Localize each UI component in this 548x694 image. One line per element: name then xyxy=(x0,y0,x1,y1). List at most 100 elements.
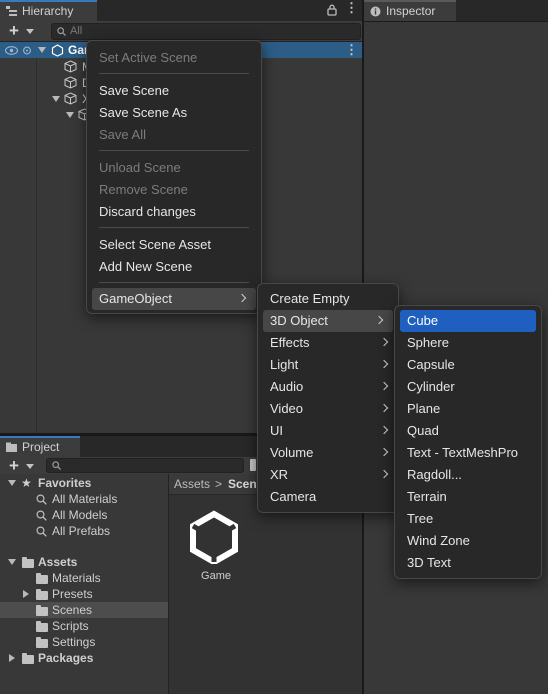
menu-item-xr[interactable]: XR xyxy=(258,464,398,486)
packages-header[interactable]: Packages xyxy=(0,650,168,666)
create-dropdown-icon[interactable] xyxy=(26,464,34,469)
eye-icon[interactable] xyxy=(5,46,18,55)
menu-item-label: Effects xyxy=(270,335,310,350)
asset-folder-item-selected[interactable]: Scenes xyxy=(0,602,168,618)
menu-item-save-all[interactable]: Save All xyxy=(87,124,261,146)
scene-options-icon[interactable]: ⋮ xyxy=(345,43,358,56)
menu-item-cylinder[interactable]: Cylinder xyxy=(395,376,541,398)
folder-icon xyxy=(36,605,48,616)
menu-item-save-scene[interactable]: Save Scene xyxy=(87,80,261,102)
add-button[interactable]: + xyxy=(9,22,19,39)
gameobject-cube-icon xyxy=(64,60,77,73)
more-options-icon[interactable]: ⋮ xyxy=(345,1,358,14)
inspector-tabbar: Inspector xyxy=(364,0,548,22)
expand-arrow-icon[interactable] xyxy=(52,96,60,102)
favorites-item[interactable]: All Prefabs xyxy=(0,523,168,539)
folder-tab-icon xyxy=(6,442,17,452)
search-icon xyxy=(36,494,47,505)
lock-icon[interactable] xyxy=(327,4,337,16)
hierarchy-tabbar: Hierarchy ⋮ xyxy=(0,0,362,22)
menu-item-terrain[interactable]: Terrain xyxy=(395,486,541,508)
menu-item-tree[interactable]: Tree xyxy=(395,508,541,530)
search-icon xyxy=(36,510,47,521)
create-button[interactable]: + xyxy=(9,457,19,474)
folder-icon xyxy=(22,557,34,568)
menu-item-ragdoll[interactable]: Ragdoll... xyxy=(395,464,541,486)
breadcrumb-assets[interactable]: Assets xyxy=(174,474,210,494)
collapse-arrow-icon[interactable] xyxy=(23,590,29,598)
asset-folder-item[interactable]: Settings xyxy=(0,634,168,650)
expand-arrow-icon[interactable] xyxy=(8,559,16,565)
menu-item-add-new-scene[interactable]: Add New Scene xyxy=(87,256,261,278)
menu-item-3d-text[interactable]: 3D Text xyxy=(395,552,541,574)
filter-icon[interactable] xyxy=(250,459,256,471)
menu-item-save-scene-as[interactable]: Save Scene As xyxy=(87,102,261,124)
expand-arrow-icon[interactable] xyxy=(38,47,46,53)
tab-project-label: Project xyxy=(22,440,60,454)
submenu-arrow-icon xyxy=(379,447,389,457)
asset-folder-label: Scenes xyxy=(52,603,93,617)
menu-item-light[interactable]: Light xyxy=(258,354,398,376)
search-icon xyxy=(57,27,66,36)
project-search-input[interactable] xyxy=(46,458,244,473)
packages-label: Packages xyxy=(38,651,94,665)
menu-item-label: Video xyxy=(270,401,304,416)
expand-arrow-icon[interactable] xyxy=(66,112,74,118)
favorites-item[interactable]: All Materials xyxy=(0,491,168,507)
menu-item-text-textmeshpro[interactable]: Text - TextMeshPro xyxy=(395,442,541,464)
menu-item-volume[interactable]: Volume xyxy=(258,442,398,464)
expand-arrow-icon[interactable] xyxy=(8,480,16,486)
menu-item-audio[interactable]: Audio xyxy=(258,376,398,398)
menu-item-quad[interactable]: Quad xyxy=(395,420,541,442)
tab-inspector[interactable]: Inspector xyxy=(364,0,456,21)
asset-folder-label: Settings xyxy=(52,635,96,649)
tab-project[interactable]: Project xyxy=(0,436,80,457)
menu-item-video[interactable]: Video xyxy=(258,398,398,420)
menu-item-discard-changes[interactable]: Discard changes xyxy=(87,201,261,223)
asset-folder-item[interactable]: Presets xyxy=(0,586,168,602)
breadcrumb-scenes[interactable]: Scen xyxy=(228,474,257,494)
submenu-arrow-icon xyxy=(379,359,389,369)
menu-item-sphere[interactable]: Sphere xyxy=(395,332,541,354)
folder-icon xyxy=(36,573,48,584)
assets-header[interactable]: Assets xyxy=(0,554,168,570)
scene-context-menu: Set Active Scene Save Scene Save Scene A… xyxy=(86,40,262,314)
search-placeholder: All xyxy=(70,25,83,37)
menu-item-label: XR xyxy=(270,467,289,482)
favorites-header[interactable]: ★ Favorites xyxy=(0,475,168,491)
menu-item-cube[interactable]: Cube xyxy=(400,310,536,332)
menu-item-wind-zone[interactable]: Wind Zone xyxy=(395,530,541,552)
folder-icon xyxy=(36,621,48,632)
submenu-arrow-icon xyxy=(379,425,389,435)
collapse-arrow-icon[interactable] xyxy=(9,654,15,662)
menu-item-plane[interactable]: Plane xyxy=(395,398,541,420)
asset-folder-label: Materials xyxy=(52,571,101,585)
menu-item-camera[interactable]: Camera xyxy=(258,486,398,508)
asset-folder-item[interactable]: Scripts xyxy=(0,618,168,634)
hierarchy-search-input[interactable]: All xyxy=(51,23,361,40)
folder-icon xyxy=(36,589,48,600)
asset-folder-item[interactable]: Materials xyxy=(0,570,168,586)
tab-hierarchy-label: Hierarchy xyxy=(22,4,74,18)
menu-item-unload-scene[interactable]: Unload Scene xyxy=(87,157,261,179)
favorites-item-label: All Prefabs xyxy=(52,524,111,538)
add-dropdown-icon[interactable] xyxy=(26,29,34,34)
menu-item-gameobject[interactable]: GameObject xyxy=(92,288,256,310)
menu-item-effects[interactable]: Effects xyxy=(258,332,398,354)
menu-item-label: Volume xyxy=(270,445,314,460)
asset-tile[interactable]: Game xyxy=(181,510,251,588)
favorites-item[interactable]: All Models xyxy=(0,507,168,523)
menu-item-create-empty[interactable]: Create Empty xyxy=(258,288,398,310)
menu-separator xyxy=(99,227,249,228)
menu-item-gameobject-label: GameObject xyxy=(99,291,172,306)
menu-item-remove-scene[interactable]: Remove Scene xyxy=(87,179,261,201)
menu-item-select-scene-asset[interactable]: Select Scene Asset xyxy=(87,234,261,256)
menu-item-capsule[interactable]: Capsule xyxy=(395,354,541,376)
menu-item-label: Audio xyxy=(270,379,304,394)
menu-item-ui[interactable]: UI xyxy=(258,420,398,442)
asset-tile-label: Game xyxy=(201,570,231,582)
pick-icon[interactable] xyxy=(21,45,33,56)
menu-item-3d-object[interactable]: 3D Object xyxy=(263,310,393,332)
menu-item-set-active-scene[interactable]: Set Active Scene xyxy=(87,47,261,69)
tab-hierarchy[interactable]: Hierarchy xyxy=(0,0,97,21)
